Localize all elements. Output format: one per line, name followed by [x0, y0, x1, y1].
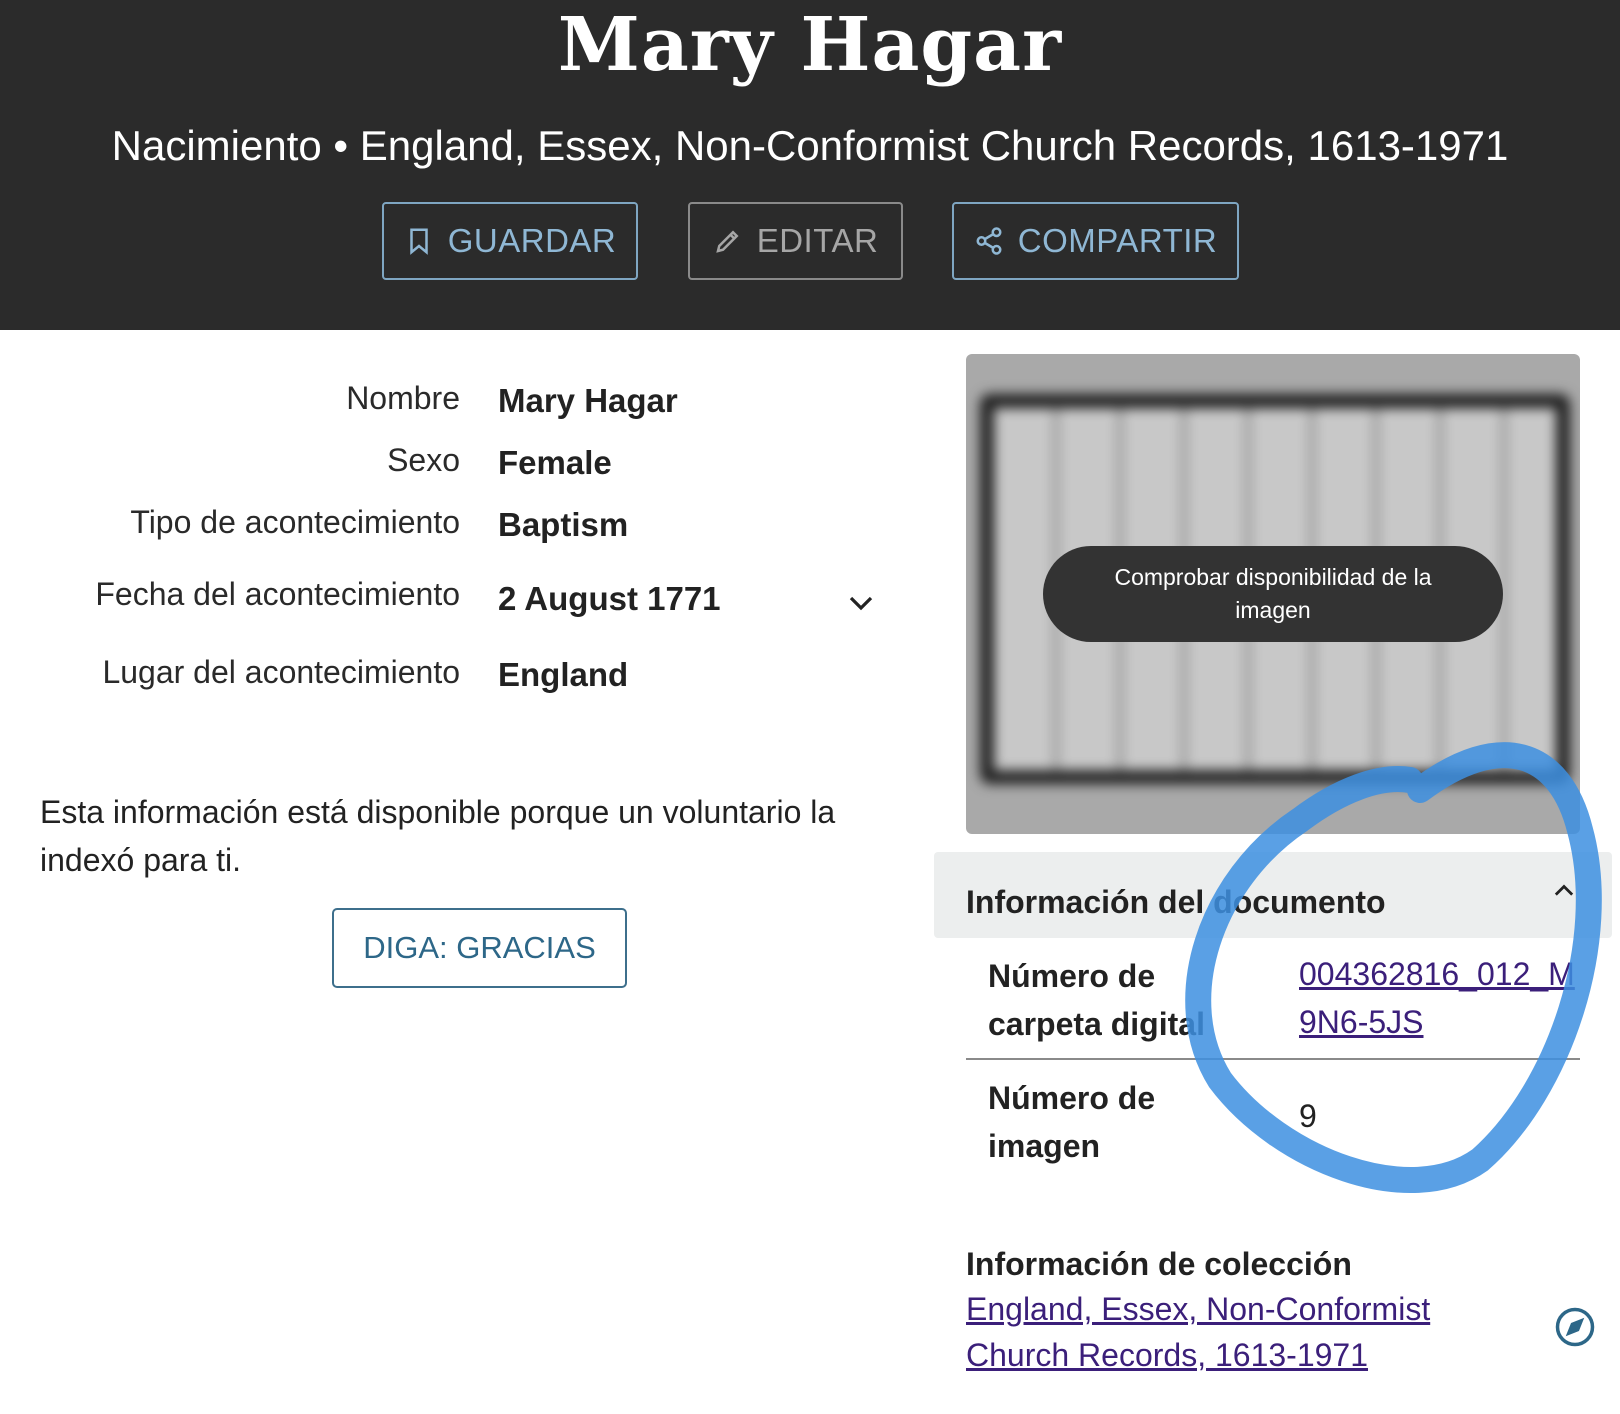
collection-link[interactable]: England, Essex, Non-Conformist Church Re… [966, 1286, 1486, 1378]
digital-folder-link[interactable]: 004362816_012_M9N6-5JS [1299, 950, 1589, 1046]
event-place-value: England [498, 656, 629, 693]
event-date-value: 2 August 1771 [498, 580, 721, 617]
record-subtitle: Nacimiento • England, Essex, Non-Conform… [111, 122, 1509, 169]
check-image-availability-button[interactable]: Comprobar disponibilidad de la imagen [1043, 546, 1503, 642]
collection-info-title: Información de colección [966, 1246, 1352, 1282]
event-type-label: Tipo de acontecimiento [130, 504, 460, 540]
volunteer-note: Esta información está disponible porque … [40, 794, 836, 878]
share-icon [976, 227, 1002, 255]
chevron-up-icon[interactable] [1548, 876, 1580, 904]
image-number-label-line2: imagen [988, 1128, 1101, 1164]
divider [966, 1058, 1580, 1060]
name-value: Mary Hagar [498, 382, 678, 419]
compass-icon[interactable] [1554, 1306, 1596, 1348]
name-label: Nombre [346, 380, 460, 416]
digital-folder-label-line1: Número de [988, 958, 1156, 994]
image-number-label-line1: Número de [988, 1080, 1156, 1116]
chevron-down-icon[interactable] [846, 588, 876, 618]
page-title: Mary Hagar [557, 2, 1063, 88]
digital-folder-label-line2: carpeta digital [988, 1006, 1205, 1042]
pencil-icon [716, 230, 739, 253]
bookmark-icon [409, 228, 428, 255]
say-thanks-button[interactable]: DIGA: GRACIAS [332, 908, 627, 988]
document-info-title: Información del documento [966, 884, 1386, 920]
event-type-value: Baptism [498, 506, 629, 543]
edit-button[interactable]: EDITAR [688, 202, 903, 280]
save-button[interactable]: GUARDAR [382, 202, 638, 280]
record-header: Mary Hagar Nacimiento • England, Essex, … [0, 0, 1620, 330]
image-number-value: 9 [1299, 1098, 1317, 1134]
sex-value: Female [498, 444, 612, 481]
share-button-label: COMPARTIR [1017, 222, 1218, 259]
edit-button-label: EDITAR [756, 222, 879, 259]
share-button[interactable]: COMPARTIR [952, 202, 1239, 280]
event-date-label: Fecha del acontecimiento [95, 576, 460, 612]
sex-label: Sexo [387, 442, 460, 478]
save-button-label: GUARDAR [447, 222, 617, 259]
event-place-label: Lugar del acontecimiento [102, 654, 460, 690]
